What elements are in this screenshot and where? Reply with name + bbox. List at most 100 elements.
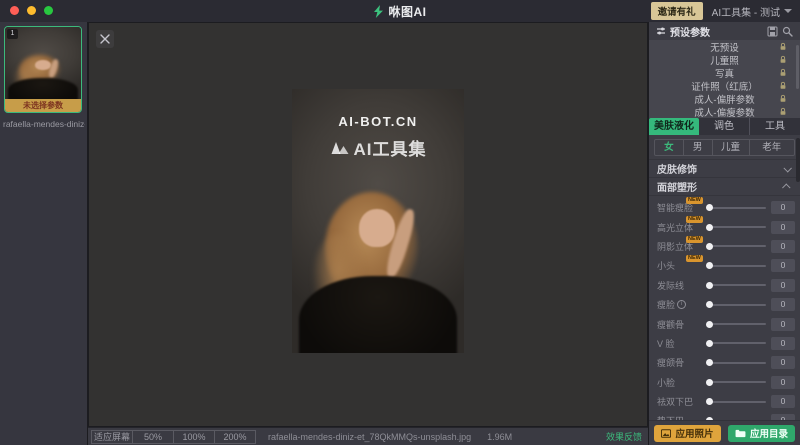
info-icon[interactable]: i — [677, 300, 686, 309]
status-bar: 适应屏幕 50% 100% 200% rafaella-mendes-diniz… — [88, 427, 648, 445]
slider-value[interactable]: 0 — [771, 201, 795, 214]
slider-row: V 脸 0 — [657, 334, 795, 353]
zoom-100-button[interactable]: 100% — [173, 430, 215, 444]
slider-value[interactable]: 0 — [771, 376, 795, 389]
gender-child-button[interactable]: 儿童 — [712, 140, 749, 155]
slider-value[interactable]: 0 — [771, 337, 795, 350]
slider-value[interactable]: 0 — [771, 298, 795, 311]
subject-type-selector: 女 男 儿童 老年 — [654, 139, 795, 156]
preset-list: 无预设 儿童照 写真 证件照（红底） 成人-偏胖参数 成人-偏瘦参数 — [649, 40, 800, 118]
slider-row: 瘦颧骨 0 — [657, 314, 795, 333]
slider-row: 发际线 0 — [657, 276, 795, 295]
gender-female-button[interactable]: 女 — [655, 140, 683, 155]
close-photo-button[interactable] — [96, 30, 114, 48]
slider-handle[interactable] — [706, 204, 713, 211]
photo-list-sidebar: 1 未选择参数 rafaella-mendes-diniz-... — [0, 22, 88, 445]
slider-value[interactable]: 0 — [771, 279, 795, 292]
thumbnail-filename: rafaella-mendes-diniz-... — [3, 119, 85, 129]
section-face-shaping[interactable]: 面部塑形 — [649, 178, 800, 196]
slider-handle[interactable] — [706, 359, 713, 366]
slider-track[interactable] — [707, 284, 766, 286]
search-icon[interactable] — [782, 26, 793, 37]
slider-value[interactable]: 0 — [771, 318, 795, 331]
section-skin-retouch[interactable]: 皮肤修饰 — [649, 159, 800, 178]
close-icon — [100, 34, 110, 44]
zoom-50-button[interactable]: 50% — [132, 430, 174, 444]
slider-value[interactable]: 0 — [771, 395, 795, 408]
slider-track[interactable] — [707, 304, 766, 306]
slider-track[interactable] — [707, 265, 766, 267]
slider-handle[interactable] — [706, 321, 713, 328]
app-window: 咻图AI 邀请有礼 AI工具集 - 测试 1 未选择参数 rafaella-me… — [0, 0, 800, 445]
slider-row: NEW 高光立体 0 — [657, 217, 795, 236]
fit-screen-button[interactable]: 适应屏幕 — [91, 430, 133, 444]
slider-track[interactable] — [707, 362, 766, 364]
slider-handle[interactable] — [706, 301, 713, 308]
slider-handle[interactable] — [706, 282, 713, 289]
preset-item[interactable]: 成人-偏瘦参数 — [649, 105, 800, 118]
slider-handle[interactable] — [706, 379, 713, 386]
slider-label: V 脸 — [657, 337, 675, 350]
slider-handle[interactable] — [706, 340, 713, 347]
slider-row: 小脸 0 — [657, 373, 795, 392]
thumbnail-status-banner: 未选择参数 — [5, 99, 81, 112]
app-name: 咻图AI — [388, 3, 426, 20]
apply-photo-button[interactable]: 应用照片 — [654, 425, 721, 442]
preset-scrollbar[interactable] — [796, 45, 799, 89]
slider-track[interactable] — [707, 207, 766, 209]
slider-track[interactable] — [707, 245, 766, 247]
slider-handle[interactable] — [706, 398, 713, 405]
tab-color[interactable]: 调色 — [699, 118, 749, 135]
gender-male-button[interactable]: 男 — [683, 140, 712, 155]
main-photo[interactable]: AI-BOT.CN AI工具集 — [292, 89, 464, 353]
preset-item[interactable]: 成人-偏胖参数 — [649, 92, 800, 105]
presets-title: 预设参数 — [670, 24, 763, 39]
watermark-title: AI-BOT.CN — [292, 114, 464, 129]
watermark-brand: AI工具集 — [292, 135, 464, 160]
photo-thumbnail-card[interactable]: 1 未选择参数 — [4, 26, 82, 113]
slider-track[interactable] — [707, 381, 766, 383]
apply-folder-button[interactable]: 应用目录 — [728, 425, 795, 442]
slider-track[interactable] — [707, 401, 766, 403]
slider-row: NEW 阴影立体 0 — [657, 237, 795, 256]
new-badge: NEW — [686, 216, 703, 223]
slider-value[interactable]: 0 — [771, 221, 795, 234]
slider-handle[interactable] — [706, 224, 713, 231]
tab-tools[interactable]: 工具 — [749, 118, 800, 135]
preset-item[interactable]: 写真 — [649, 66, 800, 79]
tab-beauty-liquify[interactable]: 美肤液化 — [649, 118, 699, 135]
slider-row: 垫下巴 0 — [657, 411, 795, 420]
slider-value[interactable]: 0 — [771, 356, 795, 369]
slider-track[interactable] — [707, 226, 766, 228]
preset-item[interactable]: 儿童照 — [649, 53, 800, 66]
brand-mountain-icon — [330, 140, 350, 155]
slider-row: NEW 智能瘦脸 0 — [657, 198, 795, 217]
slider-row: 瘦颌骨 0 — [657, 353, 795, 372]
photo-icon — [661, 429, 671, 438]
feedback-link[interactable]: 效果反馈 — [606, 430, 642, 443]
lock-icon — [779, 107, 787, 119]
slider-label: 瘦颧骨 — [657, 318, 684, 331]
zoom-200-button[interactable]: 200% — [214, 430, 256, 444]
gender-elder-button[interactable]: 老年 — [749, 140, 794, 155]
account-menu[interactable]: AI工具集 - 测试 — [712, 4, 792, 19]
slider-track[interactable] — [707, 342, 766, 344]
chevron-down-icon — [784, 9, 792, 13]
slider-value[interactable]: 0 — [771, 259, 795, 272]
save-icon[interactable] — [767, 26, 778, 37]
invite-button[interactable]: 邀请有礼 — [651, 2, 703, 20]
slider-value[interactable]: 0 — [771, 414, 795, 420]
account-label: AI工具集 - 测试 — [712, 4, 780, 19]
slider-label: 垫下巴 — [657, 414, 684, 420]
slider-row: 瘦脸 i 0 — [657, 295, 795, 314]
slider-handle[interactable] — [706, 262, 713, 269]
preset-item[interactable]: 证件照（红底） — [649, 79, 800, 92]
slider-value[interactable]: 0 — [771, 240, 795, 253]
panel-scrollbar[interactable] — [796, 138, 800, 182]
slider-handle[interactable] — [706, 243, 713, 250]
slider-label: 小头 — [657, 259, 675, 272]
slider-track[interactable] — [707, 323, 766, 325]
preset-item[interactable]: 无预设 — [649, 40, 800, 53]
slider-handle[interactable] — [706, 417, 713, 420]
watermark-brand-text: AI工具集 — [354, 135, 427, 160]
